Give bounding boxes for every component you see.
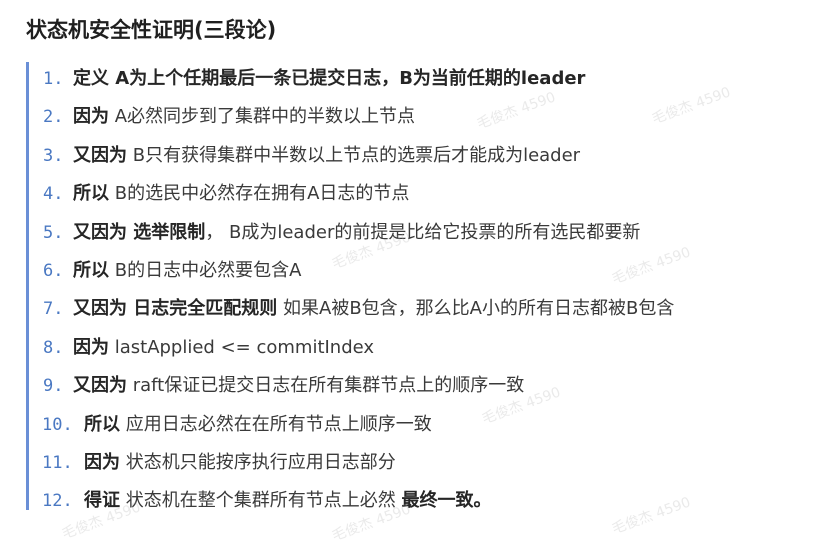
step-keyword: 又因为 bbox=[73, 375, 127, 397]
body-text: 状态机只能按序执行应用日志部分 bbox=[120, 452, 396, 473]
step-number: 12. bbox=[42, 491, 73, 512]
step-text: 所以 B的选民中必然存在拥有A日志的节点 bbox=[73, 175, 409, 213]
watermark-text: 毛俊杰 4590 bbox=[610, 494, 693, 538]
step-text: 又因为 raft保证已提交日志在所有集群节点上的顺序一致 bbox=[73, 367, 524, 405]
step-text: 因为 lastApplied <= commitIndex bbox=[73, 329, 374, 367]
emphasis-text: 最终一致。 bbox=[401, 490, 492, 512]
step-keyword: 所以 bbox=[73, 183, 109, 205]
step-number: 6. bbox=[43, 261, 64, 281]
body-text: raft保证已提交日志在所有集群节点上的顺序一致 bbox=[127, 375, 525, 397]
step-text: 因为 状态机只能按序执行应用日志部分 bbox=[84, 444, 396, 482]
step-number: 2. bbox=[43, 107, 64, 128]
watermark-text: 毛俊杰 4590 bbox=[650, 84, 733, 128]
step-text: 所以 应用日志必然在在所有节点上顺序一致 bbox=[84, 406, 432, 444]
step-text: 得证 状态机在整个集群所有节点上必然 最终一致。 bbox=[84, 482, 491, 520]
step-number: 4. bbox=[43, 184, 64, 205]
step-keyword: 定义 bbox=[73, 68, 109, 89]
step-text: 又因为 B只有获得集群中半数以上节点的选票后才能成为leader bbox=[73, 137, 580, 175]
body-text: lastApplied <= commitIndex bbox=[109, 336, 375, 358]
step-keyword: 因为 bbox=[73, 336, 109, 358]
step-text: 又因为 选举限制， B成为leader的前提是比给它投票的所有选民都要新 bbox=[73, 214, 640, 252]
body-text: ， B成为leader的前提是比给它投票的所有选民都要新 bbox=[205, 221, 641, 243]
body-text: B只有获得集群中半数以上节点的选票后才能成为leader bbox=[127, 144, 581, 166]
step-number: 1. bbox=[43, 69, 64, 89]
step-number: 9. bbox=[43, 376, 64, 397]
body-text: 如果A被B包含，那么比A小的所有日志都被B包含 bbox=[277, 298, 675, 320]
emphasis-text: 日志完全匹配规则 bbox=[127, 298, 278, 320]
body-text: 应用日志必然在在所有节点上顺序一致 bbox=[120, 413, 432, 435]
step-text: 又因为 日志完全匹配规则 如果A被B包含，那么比A小的所有日志都被B包含 bbox=[73, 290, 674, 328]
step-text: 所以 B的日志中必然要包含A bbox=[73, 252, 301, 290]
step-number: 8. bbox=[43, 337, 64, 358]
step-text: 定义 A为上个任期最后一条已提交日志，B为当前任期的leader bbox=[73, 60, 585, 98]
emphasis-text: A为上个任期最后一条已提交日志，B为当前任期的leader bbox=[109, 68, 586, 89]
step-text: 因为 A必然同步到了集群中的半数以上节点 bbox=[73, 98, 415, 136]
step-keyword: 又因为 bbox=[73, 298, 127, 320]
step-keyword: 所以 bbox=[73, 260, 109, 281]
step-keyword: 又因为 bbox=[73, 221, 127, 243]
step-keyword: 因为 bbox=[73, 106, 109, 128]
step-keyword: 又因为 bbox=[73, 144, 127, 166]
emphasis-text: 选举限制 bbox=[127, 221, 206, 243]
step-number: 3. bbox=[43, 145, 64, 166]
step-number: 10. bbox=[42, 414, 73, 435]
blockquote-bar bbox=[26, 62, 29, 510]
page-title: 状态机安全性证明(三段论) bbox=[26, 18, 277, 42]
step-number: 7. bbox=[43, 299, 64, 320]
step-number: 11. bbox=[42, 453, 73, 473]
step-keyword: 得证 bbox=[84, 490, 120, 512]
step-keyword: 因为 bbox=[84, 452, 120, 473]
step-number: 5. bbox=[43, 222, 64, 243]
step-keyword: 所以 bbox=[84, 413, 120, 435]
body-text: A必然同步到了集群中的半数以上节点 bbox=[109, 106, 416, 128]
body-text: B的日志中必然要包含A bbox=[109, 260, 302, 281]
body-text: 状态机在整个集群所有节点上必然 bbox=[120, 490, 402, 512]
body-text: B的选民中必然存在拥有A日志的节点 bbox=[109, 183, 410, 205]
